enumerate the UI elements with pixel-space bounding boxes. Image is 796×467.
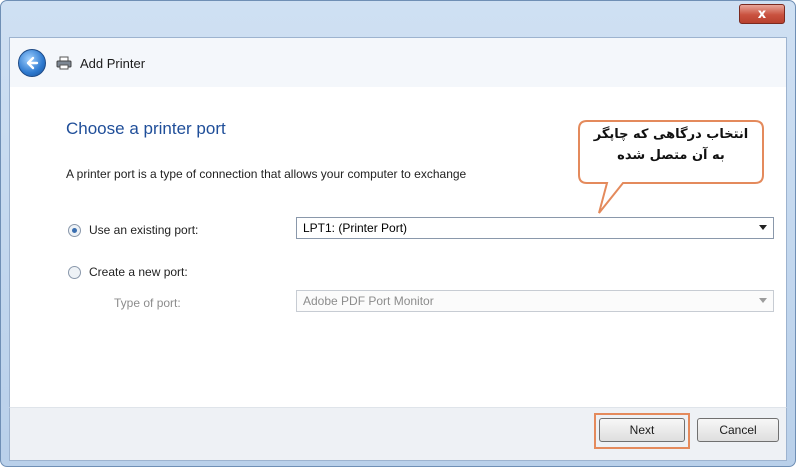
type-of-port-label: Type of port:	[114, 296, 181, 310]
use-existing-port-radio[interactable]: Use an existing port:	[68, 223, 198, 237]
existing-port-select[interactable]: LPT1: (Printer Port)	[296, 217, 774, 239]
dropdown-arrow-icon	[759, 225, 767, 230]
existing-port-value: LPT1: (Printer Port)	[303, 221, 408, 235]
radio-checked-icon	[68, 223, 81, 237]
port-type-value: Adobe PDF Port Monitor	[303, 294, 434, 308]
header-bar: Add Printer	[9, 37, 787, 88]
cancel-button[interactable]: Cancel	[697, 418, 779, 442]
callout-line-1: انتخاب درگاهی که چاپگر	[593, 127, 749, 142]
next-button[interactable]: Next	[599, 418, 685, 442]
create-new-port-radio[interactable]: Create a new port:	[68, 265, 188, 279]
page-title: Choose a printer port	[66, 119, 226, 138]
printer-icon	[56, 56, 72, 70]
back-arrow-icon	[26, 56, 39, 70]
close-button[interactable]: x	[739, 4, 785, 24]
create-new-port-label: Create a new port:	[89, 265, 188, 279]
port-type-select: Adobe PDF Port Monitor	[296, 290, 774, 312]
callout-text: انتخاب درگاهی که چاپگر به آن متصل شده	[580, 124, 762, 166]
add-printer-window: x Add Printer Choose a printer port A pr…	[0, 0, 796, 467]
radio-unchecked-icon	[68, 265, 81, 279]
window-title: Add Printer	[80, 55, 146, 71]
callout-line-2: به آن متصل شده	[617, 148, 725, 163]
use-existing-port-label: Use an existing port:	[89, 223, 199, 237]
back-button[interactable]	[18, 49, 46, 77]
dropdown-arrow-icon	[759, 298, 767, 303]
page-description: A printer port is a type of connection t…	[66, 167, 467, 181]
